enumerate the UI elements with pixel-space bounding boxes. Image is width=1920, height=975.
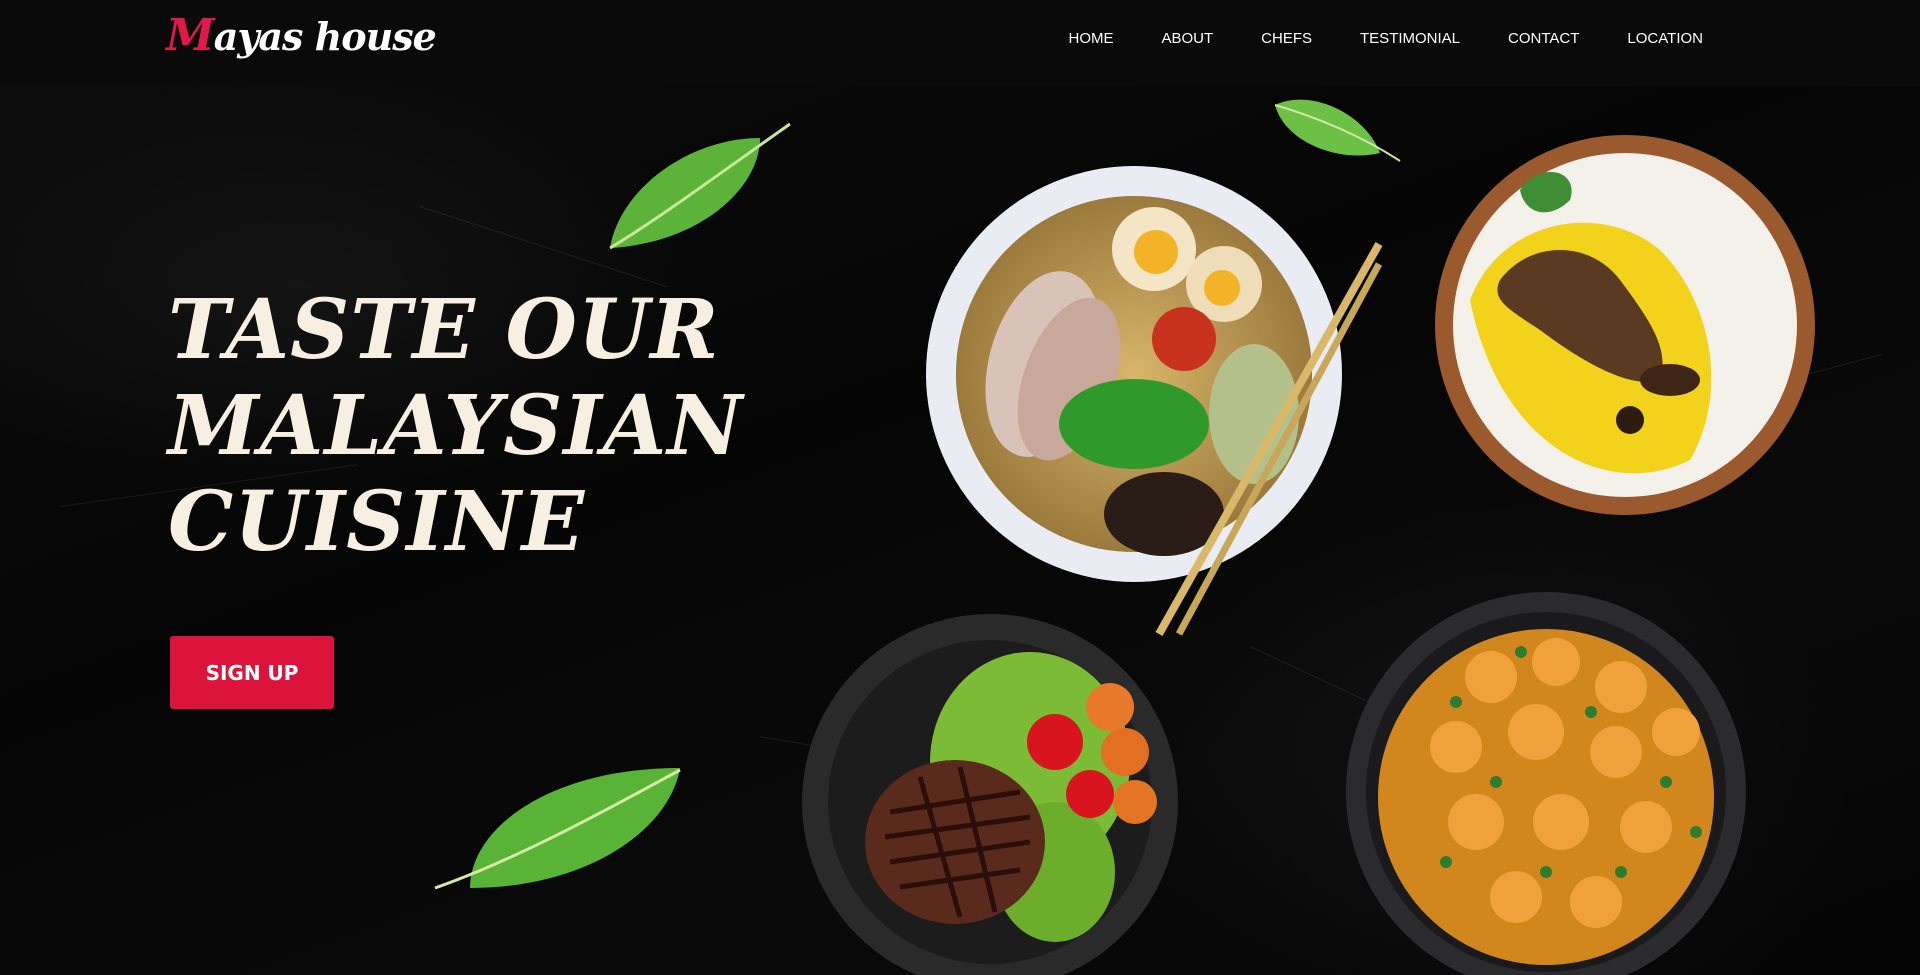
chicken-biryani-image xyxy=(1435,135,1815,515)
banana-leaf-image xyxy=(1274,99,1401,162)
prawn-curry-image xyxy=(1346,592,1746,975)
banana-leaf-image xyxy=(609,122,791,250)
nav-contact[interactable]: CONTACT xyxy=(1508,30,1579,47)
nav-testimonial[interactable]: TESTIMONIAL xyxy=(1360,30,1460,47)
signup-button[interactable]: SIGN UP xyxy=(170,636,334,709)
ramen-bowl-image xyxy=(926,166,1383,636)
hero-title-line: MALAYSIAN xyxy=(168,378,744,474)
hero-title-line: TASTE OUR xyxy=(168,282,720,378)
brand-logo[interactable]: Mayas house xyxy=(166,10,437,66)
nav-chefs[interactable]: CHEFS xyxy=(1261,30,1312,47)
nav-home[interactable]: HOME xyxy=(1068,30,1113,47)
logo-text: ayas house xyxy=(213,14,437,59)
hero-title-line: CUISINE xyxy=(168,474,586,570)
banana-leaf-image xyxy=(434,768,681,890)
logo-initial: M xyxy=(166,10,215,61)
nav-location[interactable]: LOCATION xyxy=(1627,30,1703,47)
steak-plate-image xyxy=(802,614,1178,975)
main-nav: HOME ABOUT CHEFS TESTIMONIAL CONTACT LOC… xyxy=(1020,0,1703,76)
top-navbar: Mayas house HOME ABOUT CHEFS TESTIMONIAL… xyxy=(0,0,1920,86)
hero-title: TASTE OUR MALAYSIAN CUISINE xyxy=(168,282,744,570)
nav-about[interactable]: ABOUT xyxy=(1161,30,1213,47)
